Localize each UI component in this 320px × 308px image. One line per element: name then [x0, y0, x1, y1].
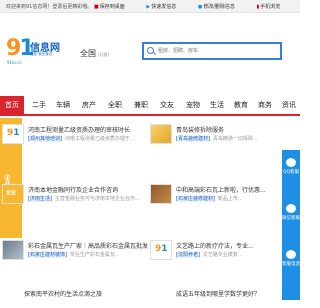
item-title[interactable]: 河南工程测量乙级资质办理的审核时长 [28, 125, 130, 134]
welcome-text: 欢迎来到91信息网！登录后更精彩哦。 [6, 4, 93, 10]
top-links: ■保存到桌面 ▶快速发信息 ●修改/删除信息 ▮手机浏览 [94, 3, 300, 10]
nav-fulltime[interactable]: 全职 [108, 100, 122, 110]
main-nav: 首页 二手 车辆 房产 全职 兼职 交友 宠物 生活 教育 商务 资讯 [0, 96, 300, 116]
nav-secondhand[interactable]: 二手 [32, 100, 46, 110]
nav-business[interactable]: 商务 [258, 100, 272, 110]
wechat-icon [286, 204, 296, 213]
item-meta: [石家庄建材装饰] 专业生产彩石金属瓦... [28, 252, 120, 258]
item-title[interactable]: 青岛装修拆除服务 [176, 125, 224, 134]
logo-thumb-icon: 企业 [2, 184, 24, 204]
product-thumb [150, 124, 172, 144]
list-item[interactable]: 91 河南工程测量乙级资质办理的审核时长 [郑州其他培训] 河南工程测量乙级资质办… [2, 124, 142, 144]
item-title[interactable]: 文艺路上的新疗疗法，专业... [176, 241, 254, 250]
logo-mark-icon: 91 [6, 36, 35, 61]
search-box [142, 42, 282, 60]
send-icon: ▶ [146, 4, 151, 10]
nav-education[interactable]: 教育 [234, 100, 248, 110]
city-name: 全国 [80, 49, 96, 58]
product-thumb [2, 240, 24, 260]
list-item[interactable]: 探索南平农村的生活点滴之旅 [24, 288, 144, 308]
list-item[interactable]: 成语五年级到哪里学数学更好？ [176, 288, 280, 308]
edit-icon: ● [197, 4, 203, 10]
qq-service-button[interactable]: QQ客服 [282, 152, 300, 184]
search-input[interactable] [158, 46, 278, 56]
floating-service-bar: QQ客服 微信客服 客服电话 [282, 150, 300, 300]
item-title[interactable]: 彩石金属瓦生产厂家｜高品质彩石金属瓦批发 [28, 241, 148, 250]
item-meta: [石家庄装修建材] 新品上市... [176, 196, 243, 202]
product-thumb [150, 184, 172, 204]
item-meta: [郑州其他培训] 河南工程测量乙级资质办理于... [28, 136, 135, 142]
search-icon[interactable] [147, 47, 154, 54]
nav-life[interactable]: 生活 [210, 100, 224, 110]
list-item[interactable]: 91 文艺路上的新疗疗法，专业... [沈阳养老] 文艺路专业康复... [150, 240, 280, 260]
list-item[interactable]: 企业 济南本地金融同行及企业合作咨询 [济南生活] 主营金融业务可与济南本地企业合… [2, 184, 142, 204]
nav-property[interactable]: 房产 [82, 100, 96, 110]
city-switch[interactable]: [切换] [98, 52, 109, 57]
nav-home[interactable]: 首页 [0, 96, 24, 114]
list-item[interactable]: 彩石金属瓦生产厂家｜高品质彩石金属瓦批发 [石家庄建材装饰] 专业生产彩石金属瓦.… [2, 240, 148, 260]
logo-thumb-icon: 91 [2, 124, 24, 144]
logo-domain: 91lo.cn [7, 60, 22, 65]
phone-icon [286, 250, 296, 259]
wechat-service-button[interactable]: 微信客服 [282, 198, 300, 230]
item-meta: [青岛装修建材] 青岛精通一切拆除... [176, 136, 258, 142]
phone-icon: ▮ [256, 4, 260, 10]
item-title[interactable]: 成语五年级到哪里学数学更好？ [176, 289, 260, 298]
qq-icon [286, 158, 296, 167]
item-title[interactable]: 中和高端彩石瓦上新啦，行优惠... [176, 185, 266, 194]
desktop-icon: ■ [94, 4, 99, 10]
nav-vehicles[interactable]: 车辆 [56, 100, 70, 110]
list-item[interactable]: 中和高端彩石瓦上新啦，行优惠... [石家庄装修建材] 新品上市... [150, 184, 280, 204]
item-title[interactable]: 济南本地金融同行及企业合作咨询 [28, 185, 118, 194]
mobile-link[interactable]: ▮手机浏览 [256, 4, 290, 10]
list-item[interactable]: 青岛装修拆除服务 [青岛装修建材] 青岛精通一切拆除... [150, 124, 280, 144]
quick-post-link[interactable]: ▶快速发信息 [146, 4, 186, 10]
logo-subtitle: 信息 就在身边 [30, 52, 53, 56]
item-meta: [济南生活] 主营金融业务可与济南本地企业合作... [28, 196, 140, 202]
edit-delete-link[interactable]: ●修改/删除信息 [198, 4, 245, 10]
item-title[interactable]: 探索南平农村的生活点滴之旅 [24, 289, 102, 298]
site-logo[interactable]: 91 信息网 信息 就在身边 91lo.cn [6, 36, 66, 66]
city-selector[interactable]: 全国 [切换] [80, 48, 109, 59]
save-to-desktop-link[interactable]: ■保存到桌面 [94, 4, 135, 10]
item-meta: [沈阳养老] 文艺路专业康复... [176, 252, 243, 258]
top-bar: 欢迎来到91信息网！登录后更精彩哦。 ■保存到桌面 ▶快速发信息 ●修改/删除信… [0, 0, 300, 13]
nav-news[interactable]: 资讯 [282, 100, 296, 110]
logo-thumb-icon: 91 [150, 240, 172, 260]
nav-parttime[interactable]: 兼职 [134, 100, 148, 110]
nav-dating[interactable]: 交友 [160, 100, 174, 110]
phone-service-button[interactable]: 客服电话 [282, 244, 300, 276]
nav-pets[interactable]: 宠物 [186, 100, 200, 110]
